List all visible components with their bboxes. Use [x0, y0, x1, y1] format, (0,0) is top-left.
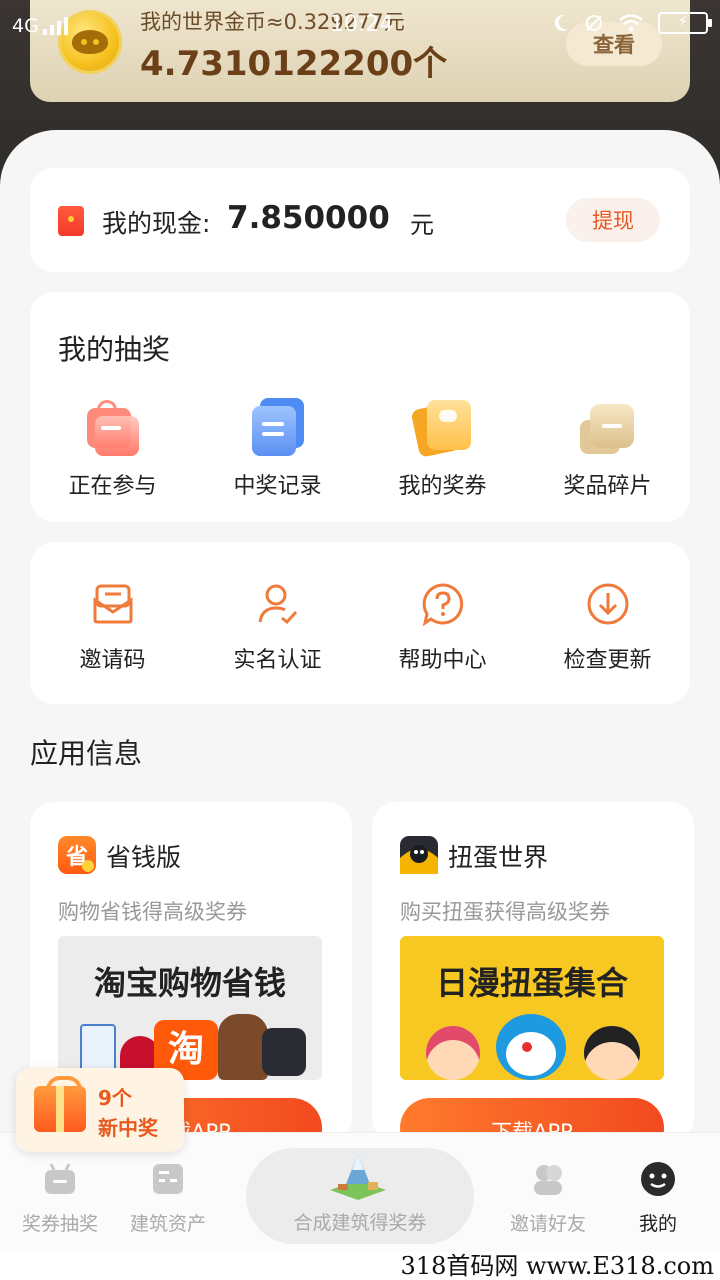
app-description: 购物省钱得高级奖券 [58, 900, 247, 924]
lottery-item-participating[interactable]: 正在参与 [30, 392, 195, 502]
tool-check-update[interactable]: 检查更新 [525, 542, 690, 704]
puzzle-piece-icon [578, 398, 638, 456]
coupon-icon [409, 398, 473, 458]
record-list-icon [248, 398, 308, 456]
user-verify-icon [258, 584, 297, 625]
download-arrow-icon [587, 583, 628, 625]
tool-label: 实名认证 [233, 648, 322, 673]
status-icons: ⚡ [552, 12, 712, 34]
app-name: 扭蛋世界 [448, 843, 549, 872]
tool-real-name-verify[interactable]: 实名认证 [195, 542, 360, 704]
lottery-item-label: 中奖记录 [233, 474, 322, 499]
tools-grid: 邀请码 实名认证 帮助中心 检查更新 [30, 542, 690, 704]
tab-label: 建筑资产 [129, 1213, 206, 1235]
silent-icon [586, 15, 602, 31]
tab-label: 我的 [638, 1213, 677, 1235]
tab-synthesize-building[interactable]: 合成建筑得奖券 [246, 1148, 474, 1244]
app-info-title: 应用信息 [30, 737, 143, 770]
lottery-grid: 正在参与 中奖记录 我的奖券 奖品碎片 [30, 392, 690, 502]
smiley-tab-icon [641, 1162, 675, 1196]
lottery-item-label: 我的奖券 [398, 474, 487, 499]
lottery-item-label: 正在参与 [68, 474, 157, 499]
tab-label: 邀请好友 [509, 1213, 586, 1235]
tool-label: 帮助中心 [398, 648, 487, 673]
watermark: 318首码网 www.E318.com [0, 1252, 720, 1280]
winners-count: 9个 [98, 1086, 132, 1110]
cash-unit: 元 [410, 211, 434, 239]
building-tab-icon [153, 1164, 183, 1194]
mountain-building-icon [330, 1154, 386, 1200]
tool-label: 邀请码 [79, 648, 146, 673]
tools-card: 邀请码 实名认证 帮助中心 检查更新 [30, 542, 690, 704]
tab-mine[interactable]: 我的 [598, 1133, 718, 1253]
clock: 10:24 [330, 12, 394, 37]
tab-label: 奖券抽奖 [21, 1213, 98, 1235]
app-name: 省钱版 [106, 843, 182, 872]
app-banner: 淘宝购物省钱 淘 [58, 936, 322, 1080]
new-winners-badge[interactable]: 9个 新中奖 [16, 1068, 184, 1152]
signal-indicator: 4G [12, 15, 68, 37]
lottery-item-label: 奖品碎片 [563, 474, 652, 499]
moon-icon [554, 14, 568, 31]
status-bar: 4G 10:24 ⚡ [0, 0, 720, 50]
help-bubble-icon [422, 583, 463, 626]
tab-label: 合成建筑得奖券 [293, 1212, 427, 1234]
envelope-icon [93, 584, 132, 624]
cash-card: 我的现金: 7.850000 元 提现 [30, 168, 690, 272]
lottery-item-my-coupons[interactable]: 我的奖券 [360, 392, 525, 502]
gift-box-icon [83, 398, 143, 456]
banner-title: 日漫扭蛋集合 [435, 964, 628, 1002]
anime-figures-illustration [400, 1014, 664, 1080]
winners-label: 新中奖 [98, 1116, 158, 1140]
red-envelope-icon [58, 206, 84, 236]
app-description: 购买扭蛋获得高级奖券 [400, 900, 610, 924]
tab-invite-friends[interactable]: 邀请好友 [488, 1133, 608, 1253]
battery-icon: ⚡ [658, 12, 712, 34]
tool-help-center[interactable]: 帮助中心 [360, 542, 525, 704]
app-card-gacha[interactable]: 扭蛋世界 购买扭蛋获得高级奖券 日漫扭蛋集合 下载APP [372, 802, 694, 1158]
tool-label: 检查更新 [563, 648, 652, 673]
gift-tab-icon [45, 1163, 75, 1194]
wifi-icon [619, 14, 643, 32]
signal-bars-icon [42, 17, 68, 35]
tool-invite-code[interactable]: 邀请码 [30, 542, 195, 704]
cash-label: 我的现金: [102, 209, 211, 238]
cash-value: 7.850000 [227, 200, 390, 236]
app-banner: 日漫扭蛋集合 [400, 936, 664, 1080]
lottery-title: 我的抽奖 [58, 333, 171, 366]
friends-tab-icon [534, 1165, 562, 1195]
lottery-item-win-records[interactable]: 中奖记录 [195, 392, 360, 502]
withdraw-button[interactable]: 提现 [566, 198, 660, 242]
gift-icon [34, 1076, 86, 1132]
lottery-card: 我的抽奖 正在参与 中奖记录 我的奖券 奖品碎片 [30, 292, 690, 522]
gacha-app-logo-icon [400, 836, 438, 874]
savings-app-logo-icon: 省 [58, 836, 96, 874]
lottery-item-prize-fragments[interactable]: 奖品碎片 [525, 392, 690, 502]
network-type: 4G [12, 15, 39, 37]
banner-title: 淘宝购物省钱 [93, 964, 286, 1002]
